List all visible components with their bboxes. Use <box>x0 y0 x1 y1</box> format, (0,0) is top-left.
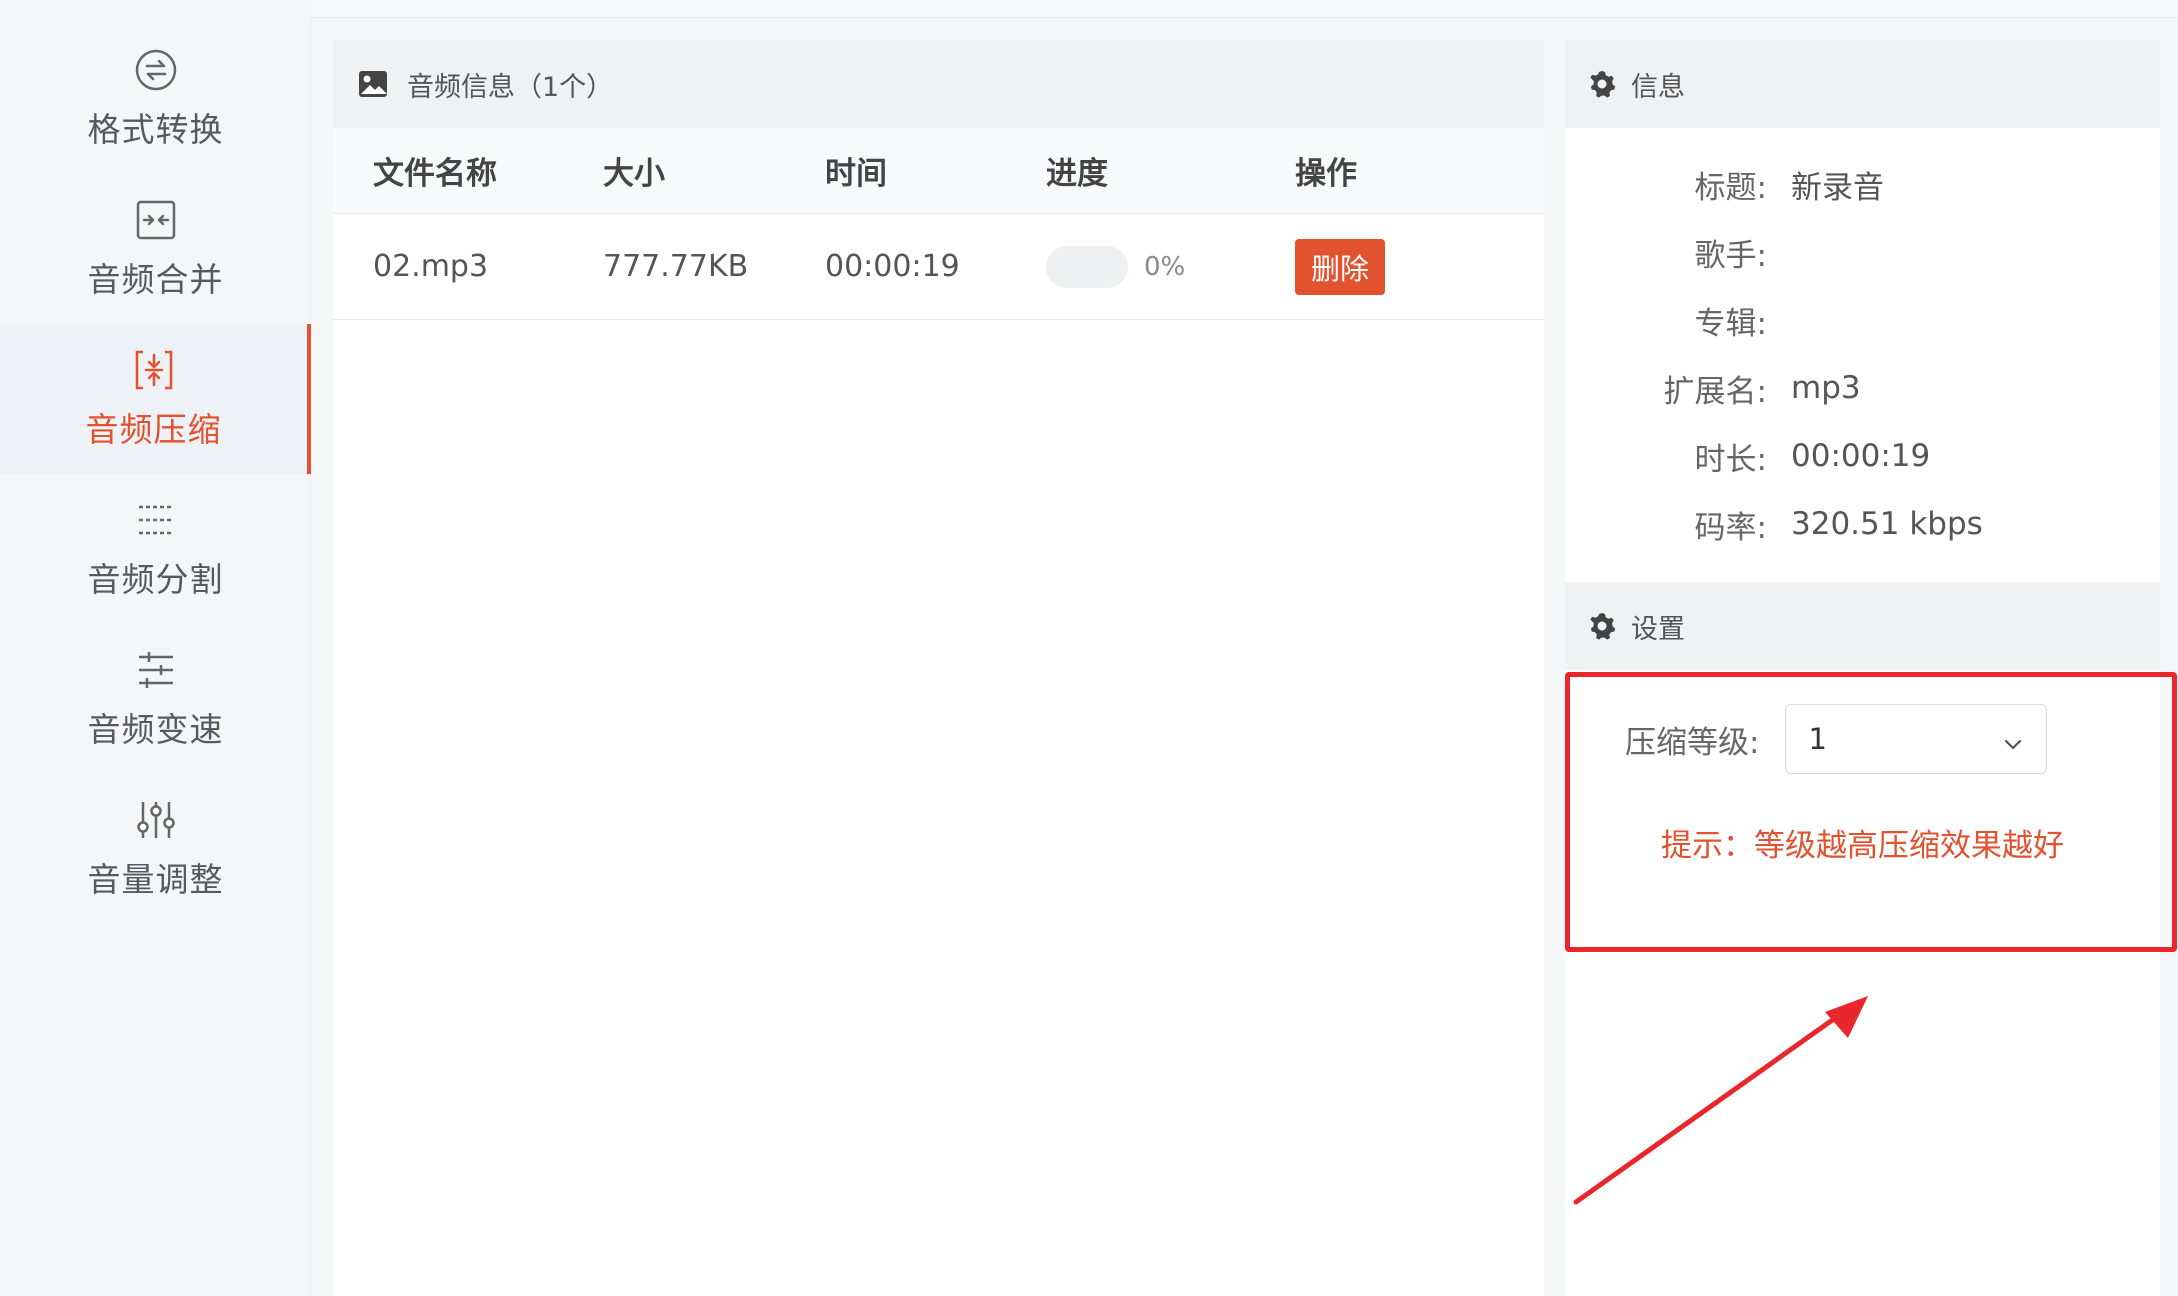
info-row-duration: 时长: 00:00:19 <box>1565 422 2160 490</box>
column-header-time: 时间 <box>825 156 887 192</box>
merge-icon <box>133 197 179 243</box>
info-row-album: 专辑: <box>1565 286 2160 354</box>
compression-level-select[interactable]: 1 <box>1785 704 2048 774</box>
file-list-panel: 音频信息（1个） 文件名称 大小 时间 进度 操作 02.mp3 777.77K… <box>333 40 1544 1296</box>
sidebar-item-label: 音频变速 <box>87 710 224 749</box>
sidebar-item-format-convert[interactable]: 格式转换 <box>0 24 311 174</box>
column-header-name: 文件名称 <box>373 156 497 192</box>
info-key: 歌手: <box>1694 237 1767 274</box>
info-title: 信息 <box>1631 71 1685 103</box>
sidebar-item-label: 音频压缩 <box>85 410 222 449</box>
sidebar-item-merge[interactable]: 音频合并 <box>0 174 311 324</box>
compression-level-label: 压缩等级: <box>1625 724 1760 761</box>
sidebar-item-split[interactable]: 音频分割 <box>0 474 311 624</box>
sidebar-item-label: 音频合并 <box>87 260 224 299</box>
table-row[interactable]: 02.mp3 777.77KB 00:00:19 0% 删除 <box>333 214 1544 320</box>
info-list: 标题: 新录音 歌手: 专辑: 扩展名: mp3 时长: 00:00:19 码率… <box>1565 128 2160 558</box>
table-header: 文件名称 大小 时间 进度 操作 <box>333 128 1544 214</box>
column-header-action: 操作 <box>1295 156 1357 192</box>
annotation-arrow <box>1573 996 1868 1205</box>
info-value: 00:00:19 <box>1791 438 1931 474</box>
info-value: 新录音 <box>1791 169 1884 206</box>
sidebar-item-label: 格式转换 <box>87 110 224 149</box>
progress-bar <box>1046 245 1128 288</box>
sidebar-item-label: 音频分割 <box>87 560 224 599</box>
format-convert-icon <box>133 47 179 93</box>
info-key: 时长: <box>1694 441 1767 478</box>
split-icon <box>133 497 179 543</box>
delete-button[interactable]: 删除 <box>1295 238 1386 295</box>
sidebar-item-compress[interactable]: 音频压缩 <box>0 324 311 474</box>
sidebar: 格式转换 音频合并 音频压缩 音频分割 音频变速 音量调整 <box>0 0 311 1296</box>
file-duration: 00:00:19 <box>825 249 960 284</box>
chevron-down-icon <box>2002 728 2024 750</box>
column-header-progress: 进度 <box>1046 156 1108 192</box>
info-key: 标题: <box>1694 169 1767 206</box>
volume-icon <box>133 797 179 843</box>
compression-tip: 提示：等级越高压缩效果越好 <box>1661 828 2064 864</box>
progress-text: 0% <box>1144 251 1186 282</box>
info-key: 码率: <box>1694 509 1767 546</box>
sidebar-item-speed[interactable]: 音频变速 <box>0 624 311 774</box>
speed-icon <box>133 647 179 693</box>
info-value: 320.51 kbps <box>1791 506 1983 542</box>
app-window: 格式转换 音频合并 音频压缩 音频分割 音频变速 音量调整 音频信息（1个） 文… <box>0 0 2178 1296</box>
info-row-title: 标题: 新录音 <box>1565 150 2160 218</box>
gear-icon <box>1587 611 1617 641</box>
file-list-header: 音频信息（1个） <box>333 40 1544 128</box>
info-key: 扩展名: <box>1663 373 1767 410</box>
sidebar-item-volume[interactable]: 音量调整 <box>0 774 311 924</box>
action-cell: 删除 <box>1295 238 1386 295</box>
compress-icon <box>131 347 177 393</box>
progress-cell: 0% <box>1046 245 1186 288</box>
column-header-size: 大小 <box>603 156 665 192</box>
top-strip <box>311 0 2178 18</box>
sidebar-item-label: 音量调整 <box>87 860 224 899</box>
info-header: 信息 <box>1565 40 2160 128</box>
file-size: 777.77KB <box>603 249 749 284</box>
gear-icon <box>1587 69 1617 99</box>
settings-title: 设置 <box>1631 613 1685 645</box>
image-icon <box>357 68 389 100</box>
info-row-artist: 歌手: <box>1565 218 2160 286</box>
compression-level-setting: 压缩等级: 1 <box>1625 704 2048 774</box>
compression-level-value: 1 <box>1808 722 1827 756</box>
info-key: 专辑: <box>1694 305 1767 342</box>
info-row-extension: 扩展名: mp3 <box>1565 354 2160 422</box>
info-value: mp3 <box>1791 370 1861 406</box>
info-row-bitrate: 码率: 320.51 kbps <box>1565 490 2160 558</box>
file-name: 02.mp3 <box>373 249 489 284</box>
file-list-title: 音频信息（1个） <box>407 71 614 103</box>
settings-header: 设置 <box>1565 582 2160 670</box>
